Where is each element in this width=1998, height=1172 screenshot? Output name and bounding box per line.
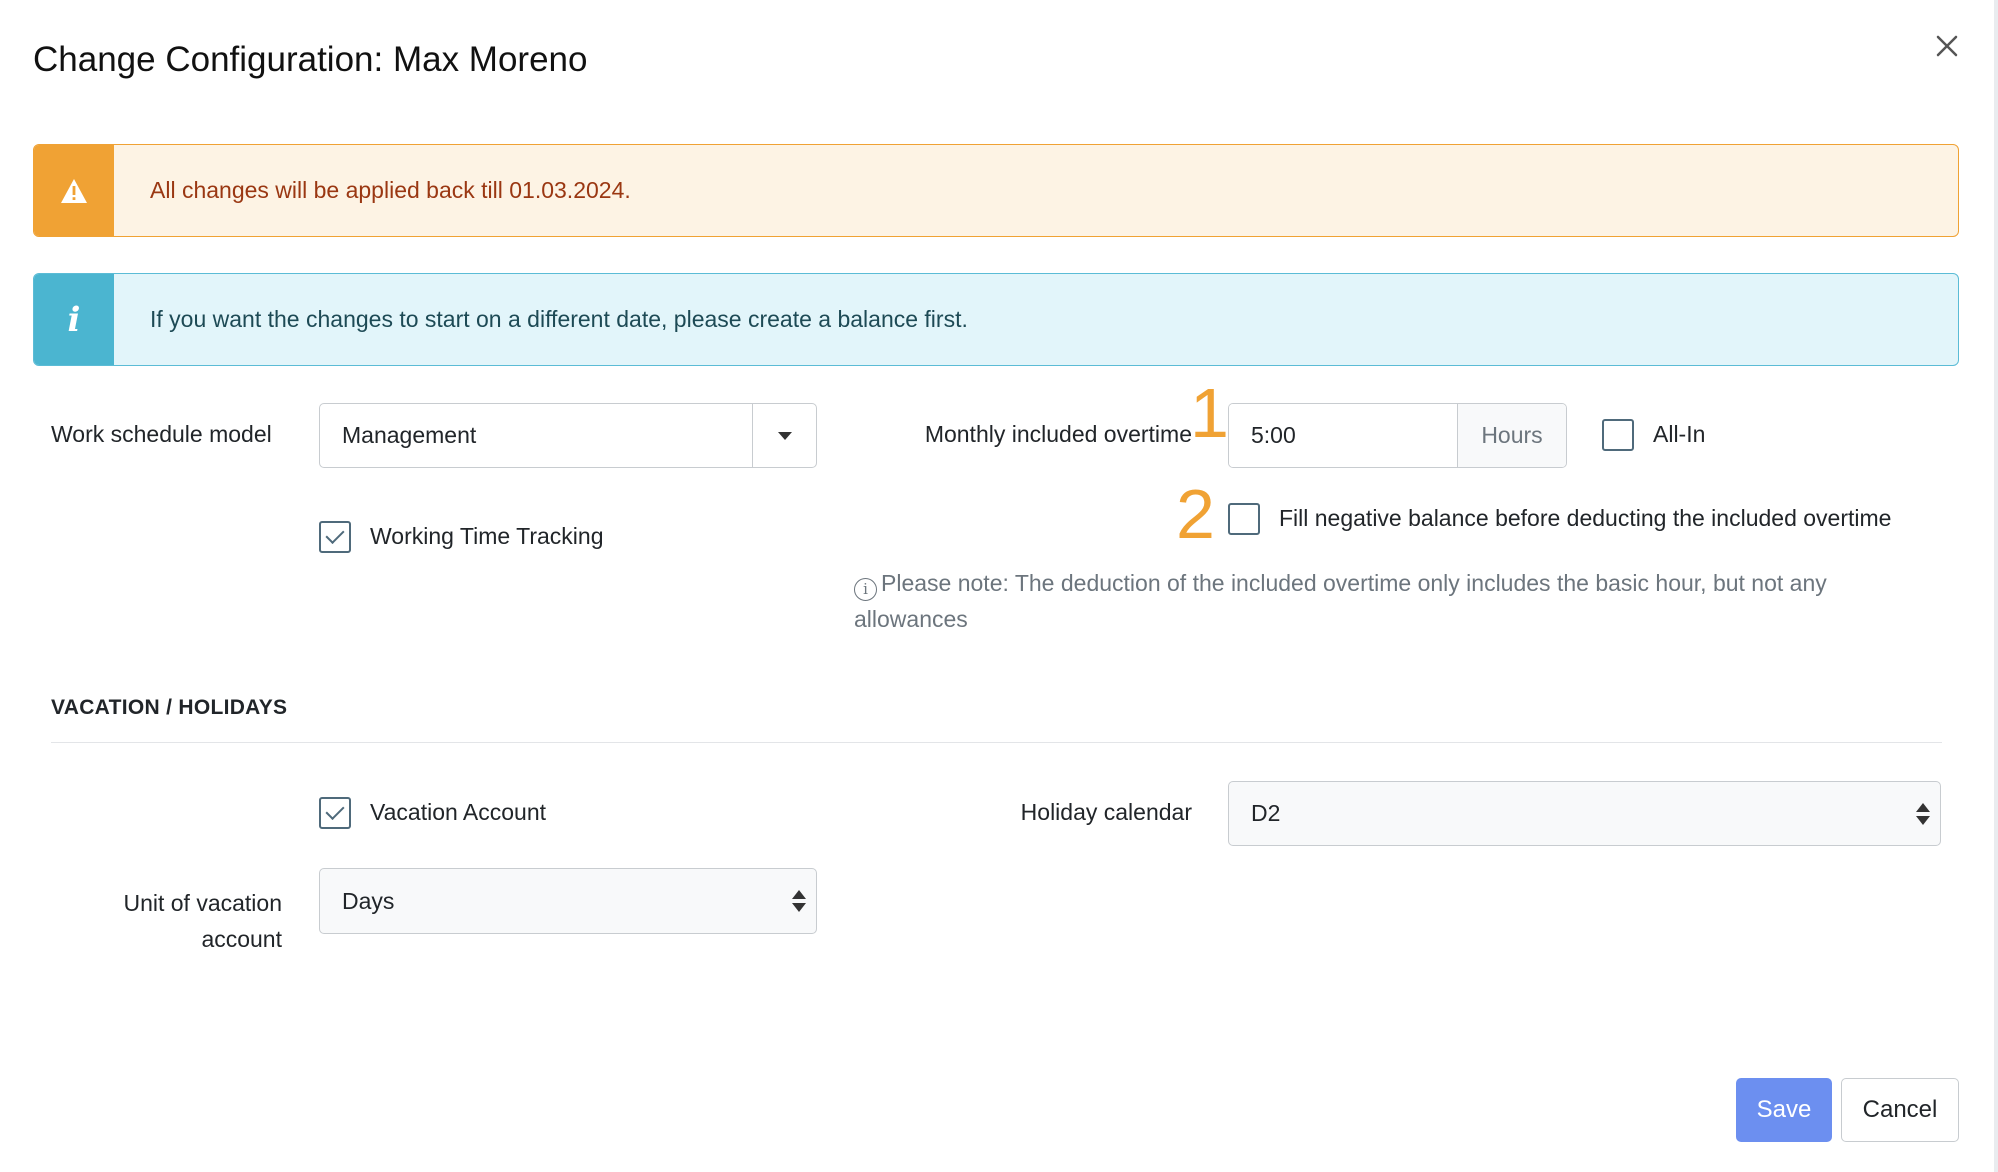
save-button[interactable]: Save xyxy=(1736,1078,1832,1142)
all-in-label[interactable]: All-In xyxy=(1653,421,1705,448)
holiday-calendar-select[interactable]: D2 xyxy=(1228,781,1941,846)
warning-triangle-icon xyxy=(34,145,114,236)
vacation-account-checkbox[interactable] xyxy=(319,797,351,829)
working-time-tracking-checkbox[interactable] xyxy=(319,521,351,553)
all-in-checkbox[interactable] xyxy=(1602,419,1634,451)
unit-of-vacation-account-value: Days xyxy=(342,887,395,914)
dialog-edge-scrollbar xyxy=(1994,0,1998,1172)
info-alert-text: If you want the changes to start on a di… xyxy=(150,306,968,332)
annotation-marker-1: 1 xyxy=(1190,374,1229,452)
section-divider xyxy=(51,742,1942,743)
info-circle-icon: i xyxy=(854,578,877,601)
cancel-button[interactable]: Cancel xyxy=(1841,1078,1959,1142)
annotation-marker-2: 2 xyxy=(1176,475,1215,553)
work-schedule-model-select[interactable]: Management xyxy=(319,403,817,468)
working-time-tracking-label[interactable]: Working Time Tracking xyxy=(370,523,603,550)
work-schedule-model-value: Management xyxy=(342,422,477,448)
holiday-calendar-value: D2 xyxy=(1251,800,1281,826)
unit-of-vacation-account-label: Unit of vacation account xyxy=(123,890,282,952)
select-arrows-icon xyxy=(792,890,806,912)
info-icon: i xyxy=(34,274,114,365)
warning-alert-text: All changes will be applied back till 01… xyxy=(150,177,631,203)
fill-negative-balance-label[interactable]: Fill negative balance before deducting t… xyxy=(1279,505,1891,532)
fill-negative-balance-checkbox[interactable] xyxy=(1228,503,1260,535)
close-icon[interactable] xyxy=(1929,28,1965,64)
vacation-holidays-section-title: VACATION / HOLIDAYS xyxy=(51,696,288,719)
hours-unit-addon: Hours xyxy=(1458,404,1566,467)
change-configuration-dialog: Change Configuration: Max Moreno All cha… xyxy=(0,0,1998,1172)
select-arrows-icon xyxy=(1916,802,1930,825)
note-text: Please note: The deduction of the includ… xyxy=(854,570,1827,632)
monthly-overtime-input[interactable]: 5:00 xyxy=(1229,404,1458,467)
info-alert: i If you want the changes to start on a … xyxy=(33,273,1959,366)
dropdown-toggle-button[interactable] xyxy=(752,404,816,467)
overtime-deduction-note: i Please note: The deduction of the inclu… xyxy=(854,565,1914,637)
chevron-down-icon xyxy=(777,431,792,440)
unit-of-vacation-account-select[interactable]: Days xyxy=(319,868,817,934)
work-schedule-model-label: Work schedule model xyxy=(51,421,272,447)
vacation-account-label[interactable]: Vacation Account xyxy=(370,799,546,826)
monthly-included-overtime-label: Monthly included overtime xyxy=(924,421,1192,447)
warning-alert: All changes will be applied back till 01… xyxy=(33,144,1959,237)
monthly-overtime-input-group: 5:00 Hours xyxy=(1228,403,1567,468)
dialog-title: Change Configuration: Max Moreno xyxy=(33,40,588,79)
holiday-calendar-label: Holiday calendar xyxy=(1020,799,1192,825)
